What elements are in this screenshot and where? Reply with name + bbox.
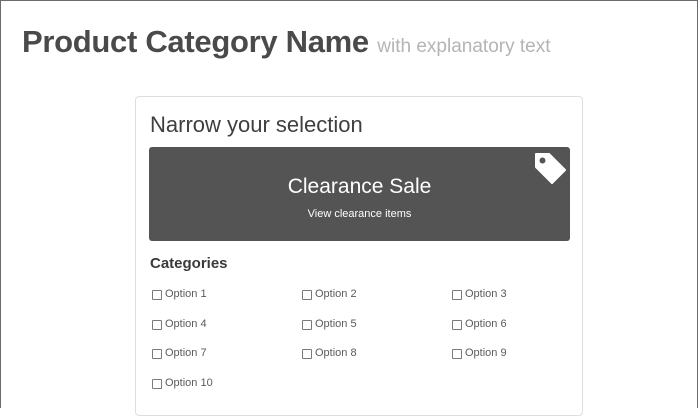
category-option[interactable]: Option 10 bbox=[152, 377, 302, 407]
checkbox[interactable] bbox=[302, 290, 312, 300]
checkbox[interactable] bbox=[152, 319, 162, 330]
checkbox[interactable] bbox=[452, 349, 462, 360]
category-option[interactable]: Option 3 bbox=[452, 288, 572, 318]
checkbox[interactable] bbox=[152, 349, 162, 360]
option-label: Option 3 bbox=[465, 288, 507, 300]
option-label: Option 4 bbox=[165, 317, 207, 330]
clearance-title: Clearance Sale bbox=[287, 175, 432, 198]
option-label: Option 1 bbox=[165, 288, 207, 300]
checkbox[interactable] bbox=[452, 319, 462, 330]
option-label: Option 7 bbox=[165, 347, 207, 360]
option-label: Option 2 bbox=[315, 288, 357, 300]
category-option[interactable]: Option 2 bbox=[302, 288, 452, 318]
panel-title: Narrow your selection bbox=[150, 112, 363, 137]
page-subtitle: with explanatory text bbox=[377, 36, 551, 57]
option-label: Option 9 bbox=[465, 347, 507, 360]
option-label: Option 10 bbox=[165, 377, 213, 390]
option-label: Option 8 bbox=[315, 347, 357, 360]
checkbox[interactable] bbox=[152, 379, 162, 390]
option-label: Option 6 bbox=[465, 317, 507, 330]
option-label: Option 5 bbox=[315, 317, 357, 330]
category-options: Option 1 Option 2 Option 3 Option 4 Opti… bbox=[152, 288, 572, 407]
page-title: Product Category Name bbox=[22, 24, 369, 59]
clearance-link[interactable]: View clearance items bbox=[149, 208, 570, 220]
category-option[interactable]: Option 1 bbox=[152, 288, 302, 318]
category-option[interactable]: Option 6 bbox=[452, 318, 572, 348]
category-option[interactable]: Option 7 bbox=[152, 347, 302, 377]
clearance-banner[interactable]: Clearance Sale View clearance items bbox=[149, 147, 570, 241]
category-option[interactable]: Option 5 bbox=[302, 318, 452, 348]
checkbox[interactable] bbox=[452, 290, 462, 300]
category-option[interactable]: Option 4 bbox=[152, 318, 302, 348]
category-option[interactable]: Option 9 bbox=[452, 347, 572, 377]
category-option[interactable]: Option 8 bbox=[302, 347, 452, 377]
checkbox[interactable] bbox=[152, 290, 162, 300]
categories-heading: Categories bbox=[150, 255, 228, 272]
page-header: Product Category Name with explanatory t… bbox=[22, 24, 551, 60]
filter-panel: Narrow your selection Clearance Sale Vie… bbox=[135, 96, 583, 416]
checkbox[interactable] bbox=[302, 319, 312, 330]
checkbox[interactable] bbox=[302, 349, 312, 360]
